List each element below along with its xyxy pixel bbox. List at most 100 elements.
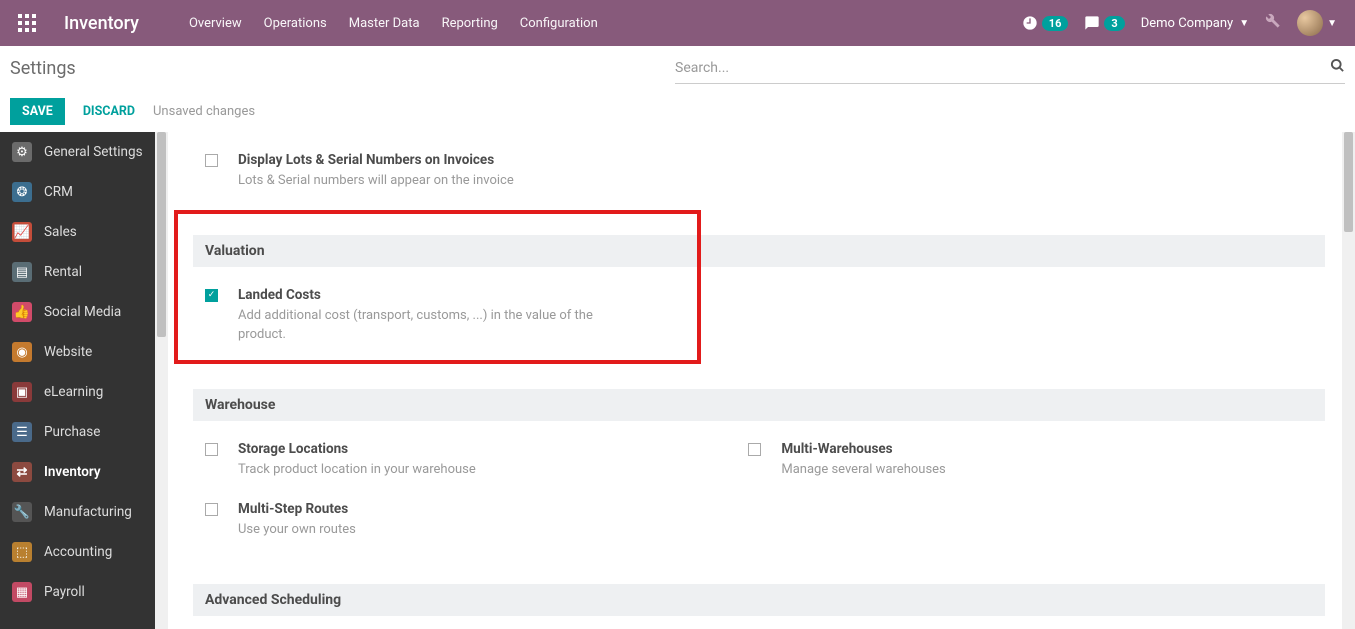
checkbox[interactable]: [205, 443, 218, 456]
debug-tools-button[interactable]: [1265, 13, 1281, 33]
sidebar-item-purchase[interactable]: ☰ Purchase: [0, 412, 155, 452]
sidebar-item-manufacturing[interactable]: 🔧 Manufacturing: [0, 492, 155, 532]
sidebar-item-label: Payroll: [44, 584, 85, 600]
search-container: [675, 52, 1345, 84]
option-description: Lots & Serial numbers will appear on the…: [238, 172, 598, 191]
elearning-icon: ▣: [12, 382, 32, 402]
checkbox[interactable]: ✓: [205, 289, 218, 302]
setting-option: Multi-Step Routes Use your own routes: [193, 495, 736, 556]
sidebar-item-label: Accounting: [44, 544, 112, 560]
options-group: Security Lead Time for SalesSecurity Lea…: [193, 616, 1325, 629]
sidebar-item-label: Manufacturing: [44, 504, 132, 520]
discuss-button[interactable]: 3: [1084, 15, 1124, 31]
page-title: Settings: [10, 58, 76, 79]
general-settings-icon: ⚙: [12, 142, 32, 162]
search-input[interactable]: [675, 60, 1330, 76]
chevron-down-icon: ▼: [1239, 18, 1249, 29]
sidebar-item-general-settings[interactable]: ⚙ General Settings: [0, 132, 155, 172]
checkbox[interactable]: [748, 443, 761, 456]
chat-icon: [1084, 15, 1100, 31]
payroll-icon: ▦: [12, 582, 32, 602]
sub-bar: Settings: [0, 46, 1355, 90]
section-heading: Advanced Scheduling: [193, 584, 1325, 616]
option-description: Manage several warehouses: [781, 461, 1141, 480]
settings-sidebar: ⚙ General Settings ❂ CRM 📈Sales▤Rental👍Socia…: [0, 132, 168, 629]
option-body: Display Lots & Serial Numbers on Invoice…: [238, 152, 736, 191]
settings-section: Display Lots & Serial Numbers on Invoice…: [168, 132, 1355, 221]
option-title: Multi-Step Routes: [238, 501, 736, 517]
settings-section: Warehouse Storage LocationsTrack product …: [168, 389, 1355, 571]
option-body: Multi-Warehouses Manage several warehouse…: [781, 441, 1279, 480]
search-icon[interactable]: [1330, 58, 1345, 77]
chevron-down-icon: ▼: [1327, 18, 1337, 29]
sidebar-item-label: Website: [44, 344, 92, 360]
app-brand: Inventory: [64, 13, 139, 34]
company-name: Demo Company: [1141, 16, 1233, 31]
section-heading: Warehouse: [193, 389, 1325, 421]
option-title: Landed Costs: [238, 287, 736, 303]
social-media-icon: 👍: [12, 302, 32, 322]
options-group: ✓ Landed Costs Add additional cost (transp…: [193, 267, 1325, 375]
sidebar-item-label: Purchase: [44, 424, 100, 440]
sidebar-item-website[interactable]: ◉ Website: [0, 332, 155, 372]
option-description: Use your own routes: [238, 521, 598, 540]
crm-icon: ❂: [12, 182, 32, 202]
sidebar-item-sales[interactable]: 📈Sales: [0, 212, 155, 252]
topbar-right: 16 3 Demo Company ▼ ▼: [1022, 10, 1355, 36]
user-menu[interactable]: ▼: [1297, 10, 1337, 36]
manufacturing-icon: 🔧: [12, 502, 32, 522]
inventory-icon: ⇄: [12, 462, 32, 482]
sidebar-item-rental[interactable]: ▤Rental: [0, 252, 155, 292]
sidebar-item-label: eLearning: [44, 384, 103, 400]
sidebar-item-accounting[interactable]: ⬚Accounting: [0, 532, 155, 572]
main-scrollbar[interactable]: [1342, 132, 1355, 629]
website-icon: ◉: [12, 342, 32, 362]
sales-icon: 📈: [12, 222, 32, 242]
apps-menu-icon[interactable]: [18, 14, 36, 32]
purchase-icon: ☰: [12, 422, 32, 442]
nav-master-data[interactable]: Master Data: [349, 16, 420, 31]
option-body: Storage LocationsTrack product location …: [238, 441, 736, 480]
nav-operations[interactable]: Operations: [264, 16, 327, 31]
sidebar-item-label: CRM: [44, 184, 73, 200]
nav-overview[interactable]: Overview: [189, 16, 242, 31]
option-description: Track product location in your warehouse: [238, 461, 598, 480]
sidebar-item-social-media[interactable]: 👍Social Media: [0, 292, 155, 332]
main-scroll-thumb[interactable]: [1344, 132, 1353, 232]
wrench-icon: [1265, 13, 1281, 29]
unsaved-indicator: Unsaved changes: [153, 104, 255, 119]
checkbox[interactable]: [205, 503, 218, 516]
sidebar-scroll-thumb[interactable]: [157, 132, 166, 337]
chat-count: 3: [1104, 16, 1124, 31]
action-bar: SAVE DISCARD Unsaved changes: [0, 90, 1355, 132]
company-switcher[interactable]: Demo Company ▼: [1141, 16, 1249, 31]
sidebar-item-label: Inventory: [44, 464, 101, 480]
content-area: ⚙ General Settings ❂ CRM 📈Sales▤Rental👍Socia…: [0, 132, 1355, 629]
option-title: Multi-Warehouses: [781, 441, 1279, 457]
section-heading: Valuation: [193, 235, 1325, 267]
option-body: Multi-Step Routes Use your own routes: [238, 501, 736, 540]
setting-option: Display Lots & Serial Numbers on Invoice…: [193, 146, 736, 207]
setting-option: Storage LocationsTrack product location …: [193, 435, 736, 496]
sidebar-item-crm[interactable]: ❂ CRM: [0, 172, 155, 212]
setting-option: Multi-Warehouses Manage several warehouse…: [736, 435, 1279, 496]
save-button[interactable]: SAVE: [10, 98, 65, 125]
avatar: [1297, 10, 1323, 36]
setting-option: ✓ Landed Costs Add additional cost (transp…: [193, 281, 736, 361]
main-wrap: Display Lots & Serial Numbers on Invoice…: [168, 132, 1355, 629]
sidebar-item-payroll[interactable]: ▦ Payroll: [0, 572, 155, 612]
sidebar-item-inventory[interactable]: ⇄ Inventory: [0, 452, 155, 492]
timer-button[interactable]: 16: [1022, 15, 1069, 31]
nav-configuration[interactable]: Configuration: [520, 16, 598, 31]
sidebar-item-elearning[interactable]: ▣ eLearning: [0, 372, 155, 412]
sidebar-item-label: General Settings: [44, 144, 143, 160]
clock-icon: [1022, 15, 1038, 31]
option-description: Add additional cost (transport, customs,…: [238, 307, 598, 345]
checkbox[interactable]: [205, 154, 218, 167]
nav-reporting[interactable]: Reporting: [442, 16, 498, 31]
discard-button[interactable]: DISCARD: [83, 104, 135, 119]
settings-section: Advanced SchedulingSecurity Lead Time fo…: [168, 584, 1355, 629]
sidebar-item-label: Rental: [44, 264, 82, 280]
sidebar-scrollbar[interactable]: [155, 132, 168, 629]
timer-count: 16: [1042, 16, 1069, 31]
